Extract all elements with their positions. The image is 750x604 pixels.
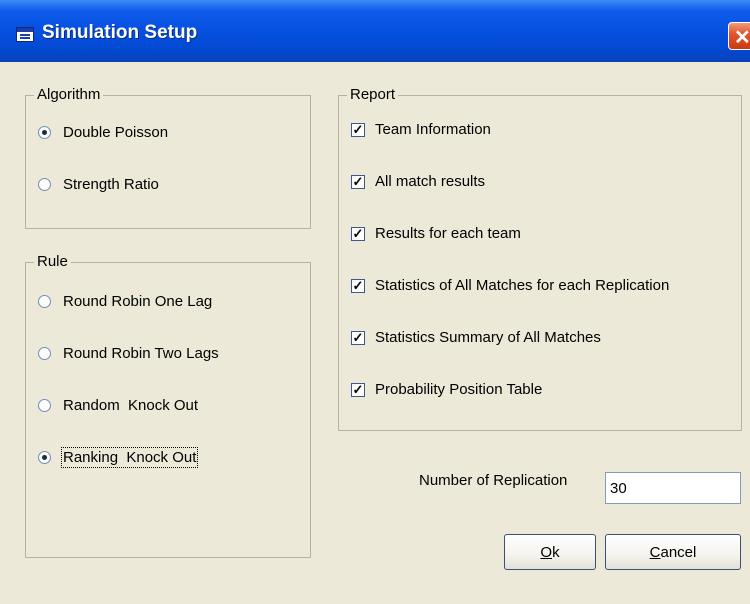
rule-group: Rule Round Robin One Lag Round Robin Two…	[25, 253, 311, 558]
replication-label: Number of Replication	[419, 472, 568, 489]
radio-ranking-knock-out[interactable]: Ranking Knock Out	[38, 447, 199, 468]
window-title: Simulation Setup	[42, 22, 198, 43]
radio-label: Strength Ratio	[63, 176, 159, 193]
ok-button[interactable]: Ok	[504, 534, 596, 570]
checkbox-checked[interactable]: ✓	[351, 278, 365, 293]
checkbox-checked[interactable]: ✓	[351, 382, 365, 397]
radio-strength-ratio[interactable]: Strength Ratio	[38, 176, 159, 193]
radio-random-knock-out[interactable]: Random Knock Out	[38, 397, 198, 414]
check-all-match-results[interactable]: ✓ All match results	[351, 173, 485, 190]
ok-label: k	[552, 543, 560, 561]
check-label: Team Information	[375, 121, 491, 138]
radio-double-poisson[interactable]: Double Poisson	[38, 124, 168, 141]
check-label: All match results	[375, 173, 486, 190]
radio-button[interactable]	[38, 347, 51, 360]
radio-label: Random Knock Out	[63, 397, 199, 414]
algorithm-group: Algorithm Double Poisson Strength Ratio	[25, 86, 311, 229]
check-statistics-summary[interactable]: ✓ Statistics Summary of All Matches	[351, 329, 601, 346]
close-icon: ✕	[734, 27, 750, 49]
radio-button[interactable]	[38, 178, 51, 191]
close-button[interactable]: ✕	[728, 22, 750, 50]
simulation-setup-dialog: Simulation Setup ✕ Algorithm Double Pois…	[0, 0, 750, 604]
window-icon	[16, 27, 34, 42]
cancel-button[interactable]: Cancel	[605, 534, 741, 570]
radio-button-selected[interactable]	[38, 451, 51, 464]
report-legend: Report	[347, 86, 399, 103]
title-bar[interactable]: Simulation Setup ✕	[0, 0, 750, 62]
check-statistics-each-replication[interactable]: ✓ Statistics of All Matches for each Rep…	[351, 277, 669, 294]
check-label: Probability Position Table	[375, 381, 543, 398]
radio-button[interactable]	[38, 295, 51, 308]
check-label: Statistics Summary of All Matches	[375, 329, 601, 346]
ok-mnemonic: O	[540, 543, 553, 561]
radio-label: Round Robin Two Lags	[63, 345, 219, 362]
radio-button[interactable]	[38, 399, 51, 412]
radio-round-robin-one-lag[interactable]: Round Robin One Lag	[38, 293, 212, 310]
checkbox-checked[interactable]: ✓	[351, 122, 365, 137]
cancel-mnemonic: C	[649, 543, 661, 561]
radio-label: Double Poisson	[63, 124, 169, 141]
check-label: Results for each team	[375, 225, 521, 242]
checkbox-checked[interactable]: ✓	[351, 330, 365, 345]
check-probability-position-table[interactable]: ✓ Probability Position Table	[351, 381, 542, 398]
radio-label: Round Robin One Lag	[63, 293, 213, 310]
check-team-information[interactable]: ✓ Team Information	[351, 121, 491, 138]
checkbox-checked[interactable]: ✓	[351, 174, 365, 189]
rule-legend: Rule	[34, 253, 71, 270]
radio-label: Ranking Knock Out	[60, 447, 199, 468]
replication-input[interactable]	[605, 472, 741, 504]
cancel-label: ancel	[660, 543, 697, 561]
check-results-each-team[interactable]: ✓ Results for each team	[351, 225, 521, 242]
radio-round-robin-two-lags[interactable]: Round Robin Two Lags	[38, 345, 219, 362]
check-label: Statistics of All Matches for each Repli…	[375, 277, 670, 294]
checkbox-checked[interactable]: ✓	[351, 226, 365, 241]
radio-button-selected[interactable]	[38, 126, 51, 139]
dialog-body: Algorithm Double Poisson Strength Ratio …	[8, 62, 750, 604]
report-group: Report ✓ Team Information ✓ All match re…	[338, 86, 742, 431]
algorithm-legend: Algorithm	[34, 86, 104, 103]
